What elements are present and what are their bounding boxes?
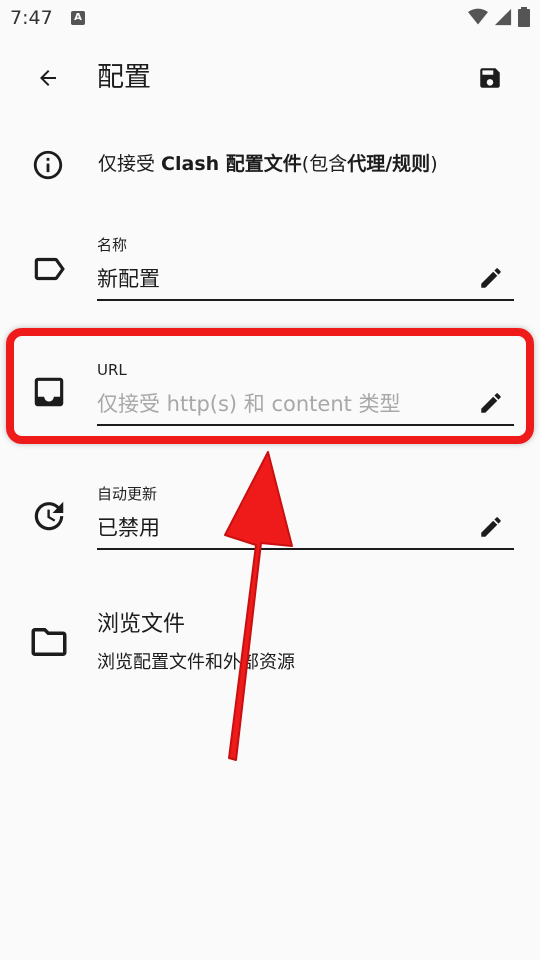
page-title: 配置 (97, 62, 151, 93)
signal-icon (494, 8, 512, 26)
back-button[interactable] (30, 60, 66, 96)
name-field[interactable]: 名称 新配置 (0, 235, 540, 305)
auto-update-edit-button[interactable] (474, 510, 508, 544)
info-text-bold: 代理 (347, 153, 386, 175)
info-text-bold: 规则 (392, 153, 431, 175)
status-icons (468, 7, 530, 27)
wifi-icon (468, 8, 488, 25)
folder-icon-wrap (27, 622, 71, 662)
name-value: 新配置 (97, 267, 160, 291)
auto-update-underline (97, 548, 514, 550)
url-underline (97, 424, 514, 426)
battery-icon (518, 7, 530, 27)
auto-update-field[interactable]: 自动更新 已禁用 (0, 484, 540, 554)
info-text-bold: Clash 配置文件 (161, 153, 302, 175)
url-field[interactable]: URL 仅接受 http(s) 和 content 类型 (0, 360, 540, 430)
name-label: 名称 (97, 236, 128, 254)
save-button[interactable] (472, 60, 508, 96)
browse-files-subtitle: 浏览配置文件和外部资源 (97, 652, 295, 673)
edit-icon (481, 517, 501, 537)
history-icon-wrap (29, 496, 69, 536)
info-text-part: ) (430, 153, 438, 175)
inbox-icon (34, 377, 64, 407)
url-label: URL (97, 361, 127, 379)
info-row: 仅接受 Clash 配置文件(包含代理/规则) (0, 140, 540, 188)
update-history-icon (34, 501, 64, 531)
info-icon (33, 150, 63, 180)
notification-icon: A (71, 11, 85, 25)
url-placeholder: 仅接受 http(s) 和 content 类型 (97, 392, 401, 416)
edit-icon (481, 268, 501, 288)
inbox-icon-wrap (29, 372, 69, 412)
label-icon-wrap (29, 249, 69, 289)
name-underline (97, 299, 514, 301)
browse-files-title: 浏览文件 (97, 612, 186, 637)
arrow-back-icon (40, 70, 56, 86)
url-edit-button[interactable] (474, 386, 508, 420)
save-icon (480, 68, 500, 88)
name-edit-button[interactable] (474, 261, 508, 295)
browse-files-item[interactable]: 浏览文件 浏览配置文件和外部资源 (0, 606, 540, 686)
status-time: 7:47 (10, 7, 53, 29)
edit-icon (481, 393, 501, 413)
info-text: 仅接受 Clash 配置文件(包含代理/规则) (98, 150, 438, 178)
label-icon (34, 257, 65, 281)
info-text-part: 仅接受 (98, 153, 162, 175)
app-bar: 配置 (0, 46, 540, 110)
status-bar: 7:47 A (0, 0, 540, 36)
auto-update-value: 已禁用 (97, 516, 160, 540)
auto-update-label: 自动更新 (97, 485, 158, 503)
info-text-part: (包含 (301, 153, 348, 175)
folder-icon (31, 628, 67, 656)
